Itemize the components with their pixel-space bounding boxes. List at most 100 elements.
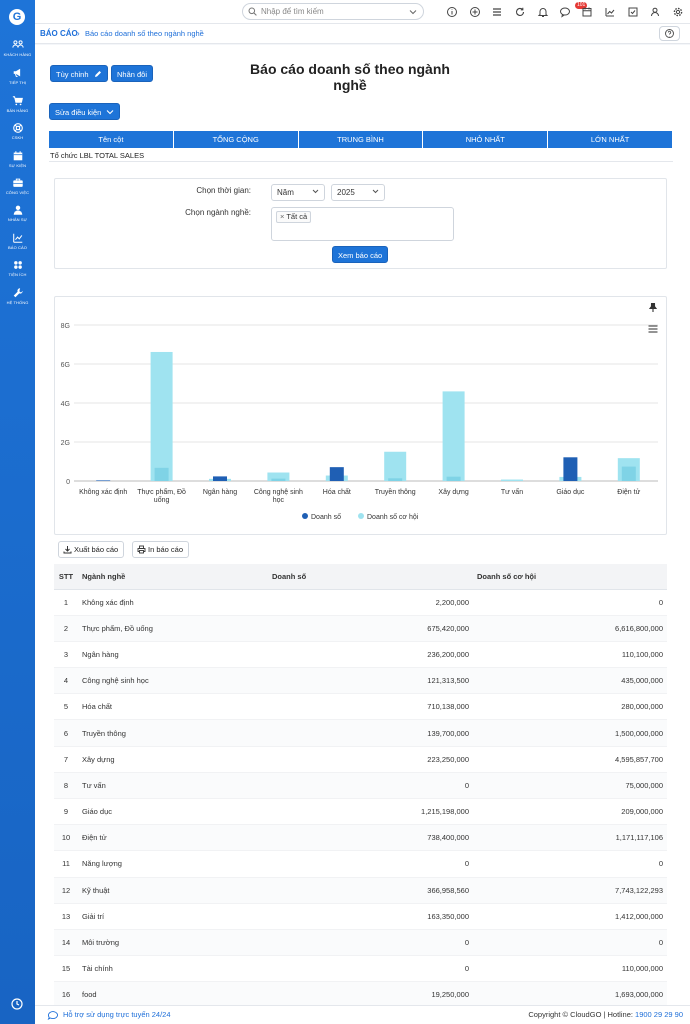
export-report-button[interactable]: Xuất báo cáo (58, 541, 125, 558)
edit-condition-label: Sửa điều kiện (55, 108, 102, 117)
edit-condition-button[interactable]: Sửa điều kiện (49, 103, 121, 120)
table-row[interactable]: 15 Tài chính 0 110,000,000 (54, 955, 667, 983)
sidebar-item-6[interactable]: NHÂN SỰ (0, 204, 35, 222)
customize-button[interactable]: Tùy chỉnh (50, 65, 108, 82)
time-period-select[interactable]: Năm (271, 184, 325, 201)
table-row[interactable]: 3 Ngân hàng 236,200,000 110,100,000 (54, 641, 667, 669)
cell-stt: 9 (54, 798, 78, 826)
cell-sales: 0 (268, 772, 473, 800)
table-row[interactable]: 1 Không xác định 2,200,000 0 (54, 589, 667, 616)
industry-multiselect[interactable]: × Tất cả (271, 207, 454, 241)
legend-label-opportunity: Doanh số cơ hội (367, 512, 419, 521)
table-row[interactable]: 5 Hóa chất 710,138,000 280,000,000 (54, 693, 667, 721)
gear-icon[interactable] (672, 6, 684, 18)
cell-sales: 2,200,000 (268, 589, 473, 616)
cell-opportunity: 110,000,000 (473, 955, 667, 983)
sidebar-item-label: SỰ KIỆN (8, 163, 27, 168)
table-row[interactable]: 9 Giáo dục 1,215,198,000 209,000,000 (54, 798, 667, 826)
cell-stt: 12 (54, 877, 78, 904)
checkbox-icon[interactable] (627, 6, 639, 18)
cell-opportunity: 1,693,000,000 (473, 981, 667, 1005)
bell-icon[interactable] (537, 6, 549, 18)
app-logo[interactable]: G (9, 9, 25, 25)
cell-opportunity: 280,000,000 (473, 693, 667, 721)
breadcrumb-separator: › (77, 29, 80, 38)
breadcrumb-root[interactable]: BÁO CÁO (40, 29, 78, 38)
view-report-button[interactable]: Xem báo cáo (332, 246, 389, 263)
cell-stt: 4 (54, 667, 78, 695)
user-icon[interactable] (649, 6, 661, 18)
sidebar-item-1[interactable]: TIẾP THỊ (0, 67, 35, 85)
support-chat-icon[interactable] (47, 1010, 59, 1022)
sidebar-item-4[interactable]: SỰ KIỆN (0, 150, 35, 168)
sidebar-item-8[interactable]: TIỆN ÍCH (0, 259, 35, 277)
y-tick-label: 8G (61, 323, 70, 330)
sidebar-item-label: KHÁCH HÀNG (3, 52, 32, 57)
cell-industry: Giải trí (78, 903, 268, 930)
cell-stt: 3 (54, 641, 78, 669)
search-input[interactable]: Nhập để tìm kiếm (261, 7, 324, 16)
sidebar-item-3[interactable]: CSKH (0, 122, 35, 140)
chart-menu-icon[interactable] (647, 323, 659, 335)
table-row[interactable]: 2 Thực phẩm, Đồ uống 675,420,000 6,616,800,… (54, 615, 667, 642)
table-row[interactable]: 10 Điện tử 738,400,000 1,171,117,106 (54, 824, 667, 852)
pencil-icon (94, 71, 101, 77)
summary-header-1: TỔNG CỘNG (174, 131, 299, 148)
cell-opportunity: 0 (473, 589, 667, 616)
header-opportunity[interactable]: Doanh số cơ hội (473, 564, 667, 590)
table-header-row: STT Ngành nghề Doanh số Doanh số cơ hội (54, 564, 667, 590)
sidebar-item-9[interactable]: HỆ THỐNG (0, 287, 35, 305)
calendar-icon[interactable] (581, 6, 593, 18)
summary-header-2: TRUNG BÌNH (299, 131, 424, 148)
cell-sales: 19,250,000 (268, 981, 473, 1005)
chat-icon[interactable] (559, 6, 571, 18)
header-stt[interactable]: STT (54, 564, 78, 590)
industry-tag[interactable]: × Tất cả (276, 211, 312, 223)
add-icon[interactable] (469, 6, 481, 18)
table-row[interactable]: 12 Kỹ thuật 366,958,560 7,743,122,293 (54, 877, 667, 904)
table-row[interactable]: 7 Xây dựng 223,250,000 4,595,857,700 (54, 746, 667, 773)
help-button[interactable] (659, 26, 680, 41)
stats-icon[interactable] (604, 6, 616, 18)
refresh-icon[interactable] (514, 6, 526, 18)
table-row[interactable]: 4 Công nghệ sinh học 121,313,500 435,000,00… (54, 667, 667, 695)
time-period-value: Năm (277, 188, 294, 197)
remove-tag-icon[interactable]: × (280, 212, 284, 221)
support-link[interactable]: Hỗ trợ sử dụng trực tuyến 24/24 (63, 1010, 171, 1019)
table-row[interactable]: 11 Năng lượng 0 0 (54, 850, 667, 878)
table-row[interactable]: 8 Tư vấn 0 75,000,000 (54, 772, 667, 800)
hotline-number[interactable]: 1900 29 29 90 (635, 1010, 683, 1019)
list-icon[interactable] (491, 6, 503, 18)
print-report-label: In báo cáo (148, 545, 184, 554)
sidebar-item-0[interactable]: KHÁCH HÀNG (0, 39, 35, 57)
cell-sales: 163,350,000 (268, 903, 473, 930)
sidebar-item-5[interactable]: CÔNG VIỆC (0, 177, 35, 195)
cell-industry: Điện tử (78, 824, 268, 852)
table-row[interactable]: 16 food 19,250,000 1,693,000,000 (54, 981, 667, 1005)
bar-opportunity (384, 451, 407, 481)
chevron-down-icon (372, 189, 379, 194)
cell-sales: 366,958,560 (268, 877, 473, 904)
header-sales[interactable]: Doanh số (268, 564, 473, 590)
duplicate-button[interactable]: Nhân đôi (111, 65, 154, 82)
copyright-label: Copyright © CloudGO | Hotline: (528, 1010, 636, 1019)
sidebar-item-label: CSKH (11, 135, 24, 140)
print-report-button[interactable]: In báo cáo (132, 541, 190, 558)
info-icon[interactable] (446, 6, 458, 18)
pin-icon[interactable] (646, 301, 660, 315)
x-tick-label: Xây dựng (438, 489, 468, 496)
table-row[interactable]: 13 Giải trí 163,350,000 1,412,000,000 (54, 903, 667, 930)
bar-sales (96, 480, 111, 481)
footer: Hỗ trợ sử dụng trực tuyến 24/24 Copyrigh… (35, 1005, 690, 1024)
search-box[interactable]: Nhập để tìm kiếm (242, 3, 424, 20)
header-industry[interactable]: Ngành nghề (78, 564, 268, 590)
sidebar-item-7[interactable]: BÁO CÁO (0, 232, 35, 250)
cell-industry: Tư vấn (78, 772, 268, 800)
industry-tag-label: Tất cả (286, 212, 308, 221)
year-select[interactable]: 2025 (331, 184, 385, 201)
sidebar-item-2[interactable]: BÁN HÀNG (0, 95, 35, 113)
table-row[interactable]: 6 Truyền thông 139,700,000 1,500,000,000 (54, 719, 667, 747)
clock-icon[interactable] (11, 998, 23, 1012)
table-row[interactable]: 14 Môi trường 0 0 (54, 929, 667, 957)
wrench-icon (13, 288, 23, 298)
